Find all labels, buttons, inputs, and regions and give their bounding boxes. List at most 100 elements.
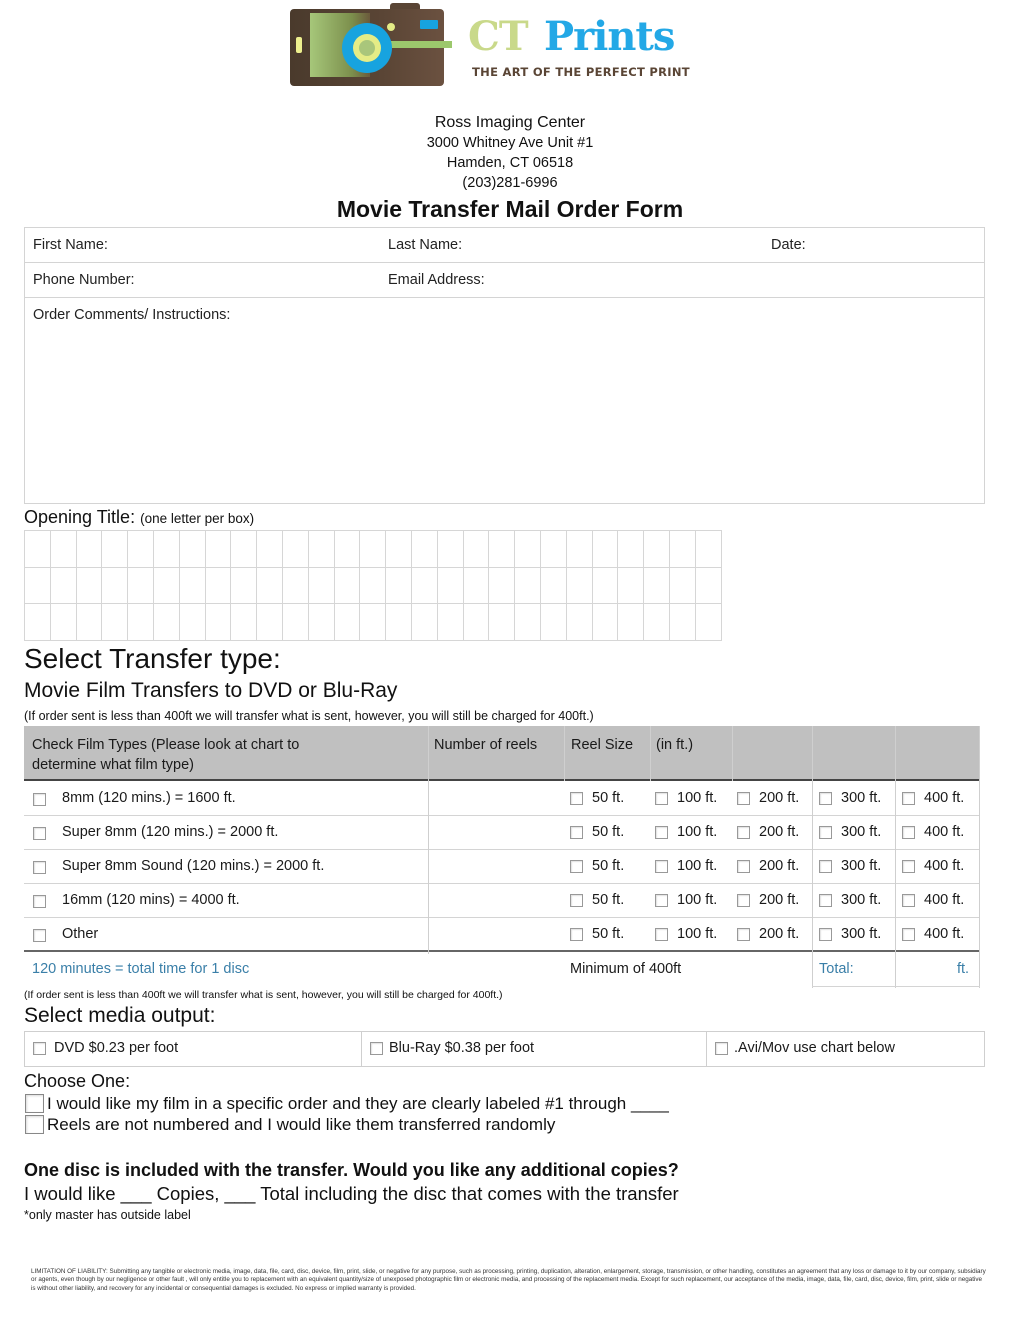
letter-box[interactable] bbox=[179, 531, 206, 568]
reel-size-checkbox[interactable] bbox=[819, 894, 832, 907]
reel-size-checkbox[interactable] bbox=[819, 826, 832, 839]
copies-field-line[interactable]: I would like ___ Copies, ___ Total inclu… bbox=[24, 1183, 679, 1205]
letter-box[interactable] bbox=[618, 567, 645, 605]
letter-box[interactable] bbox=[25, 604, 51, 642]
letter-box[interactable] bbox=[515, 531, 541, 568]
letter-box[interactable] bbox=[153, 567, 180, 605]
media-option-bluray[interactable]: Blu-Ray $0.38 per foot bbox=[362, 1032, 707, 1066]
reel-size-checkbox[interactable] bbox=[570, 792, 583, 805]
letter-box[interactable] bbox=[360, 567, 387, 605]
letter-box[interactable] bbox=[463, 531, 490, 568]
number-of-reels-field[interactable] bbox=[429, 850, 564, 883]
letter-box[interactable] bbox=[386, 567, 412, 605]
reel-size-checkbox[interactable] bbox=[902, 928, 915, 941]
letter-box[interactable] bbox=[128, 567, 154, 605]
total-feet-field[interactable]: ft. bbox=[957, 961, 969, 977]
letter-box[interactable] bbox=[695, 604, 722, 642]
letter-box[interactable] bbox=[76, 604, 103, 642]
letter-box[interactable] bbox=[540, 531, 567, 568]
letter-box[interactable] bbox=[618, 604, 645, 642]
random-checkbox[interactable] bbox=[25, 1115, 44, 1134]
letter-box[interactable] bbox=[179, 604, 206, 642]
letter-box[interactable] bbox=[25, 531, 51, 568]
date-field[interactable]: Date: bbox=[771, 237, 806, 253]
number-of-reels-field[interactable] bbox=[429, 816, 564, 849]
reel-size-checkbox[interactable] bbox=[570, 894, 583, 907]
letter-box[interactable] bbox=[463, 604, 490, 642]
letter-box[interactable] bbox=[50, 567, 77, 605]
letter-box[interactable] bbox=[360, 531, 387, 568]
letter-box[interactable] bbox=[205, 531, 232, 568]
letter-box[interactable] bbox=[76, 531, 103, 568]
letter-box[interactable] bbox=[231, 567, 258, 605]
letter-box[interactable] bbox=[50, 531, 77, 568]
letter-box[interactable] bbox=[179, 567, 206, 605]
letter-box[interactable] bbox=[695, 531, 722, 568]
letter-box[interactable] bbox=[644, 531, 670, 568]
phone-number-field[interactable]: Phone Number: bbox=[33, 272, 135, 288]
letter-box[interactable] bbox=[257, 531, 283, 568]
letter-box[interactable] bbox=[540, 604, 567, 642]
reel-size-checkbox[interactable] bbox=[655, 860, 668, 873]
film-type-checkbox[interactable] bbox=[33, 827, 46, 840]
number-of-reels-field[interactable] bbox=[429, 884, 564, 917]
letter-box[interactable] bbox=[282, 567, 309, 605]
film-type-checkbox[interactable] bbox=[33, 929, 46, 942]
letter-box[interactable] bbox=[463, 567, 490, 605]
reel-size-checkbox[interactable] bbox=[655, 928, 668, 941]
letter-box[interactable] bbox=[644, 567, 670, 605]
letter-box[interactable] bbox=[360, 604, 387, 642]
letter-box[interactable] bbox=[618, 531, 645, 568]
letter-box[interactable] bbox=[102, 604, 129, 642]
media-option-avi-mov[interactable]: .Avi/Mov use chart below bbox=[707, 1032, 985, 1066]
letter-box[interactable] bbox=[489, 604, 516, 642]
letter-box[interactable] bbox=[308, 567, 335, 605]
letter-box[interactable] bbox=[437, 567, 464, 605]
letter-box[interactable] bbox=[128, 531, 154, 568]
letter-box[interactable] bbox=[231, 531, 258, 568]
film-type-checkbox[interactable] bbox=[33, 895, 46, 908]
letter-box[interactable] bbox=[669, 604, 696, 642]
letter-box[interactable] bbox=[102, 531, 129, 568]
reel-size-checkbox[interactable] bbox=[819, 860, 832, 873]
last-name-field[interactable]: Last Name: bbox=[388, 237, 462, 253]
letter-box[interactable] bbox=[205, 604, 232, 642]
reel-size-checkbox[interactable] bbox=[902, 860, 915, 873]
letter-box[interactable] bbox=[592, 531, 619, 568]
letter-box[interactable] bbox=[257, 604, 283, 642]
reel-size-checkbox[interactable] bbox=[570, 928, 583, 941]
reel-size-checkbox[interactable] bbox=[902, 826, 915, 839]
reel-size-checkbox[interactable] bbox=[737, 792, 750, 805]
letter-box[interactable] bbox=[128, 604, 154, 642]
number-of-reels-field[interactable] bbox=[429, 918, 564, 951]
letter-box[interactable] bbox=[644, 604, 670, 642]
letter-box[interactable] bbox=[282, 604, 309, 642]
letter-box[interactable] bbox=[153, 604, 180, 642]
letter-box[interactable] bbox=[282, 531, 309, 568]
letter-box[interactable] bbox=[334, 567, 361, 605]
reel-size-checkbox[interactable] bbox=[902, 894, 915, 907]
letter-box[interactable] bbox=[437, 531, 464, 568]
letter-box[interactable] bbox=[386, 531, 412, 568]
reel-size-checkbox[interactable] bbox=[737, 826, 750, 839]
letter-box[interactable] bbox=[50, 604, 77, 642]
letter-box[interactable] bbox=[153, 531, 180, 568]
letter-box[interactable] bbox=[411, 567, 438, 605]
letter-box[interactable] bbox=[592, 604, 619, 642]
reel-size-checkbox[interactable] bbox=[737, 928, 750, 941]
media-option-dvd[interactable]: DVD $0.23 per foot bbox=[25, 1032, 362, 1066]
letter-box[interactable] bbox=[695, 567, 722, 605]
letter-box[interactable] bbox=[515, 567, 541, 605]
reel-size-checkbox[interactable] bbox=[655, 792, 668, 805]
letter-box[interactable] bbox=[231, 604, 258, 642]
letter-box[interactable] bbox=[669, 567, 696, 605]
letter-box[interactable] bbox=[334, 531, 361, 568]
letter-box[interactable] bbox=[669, 531, 696, 568]
letter-box[interactable] bbox=[76, 567, 103, 605]
letter-box[interactable] bbox=[334, 604, 361, 642]
reel-size-checkbox[interactable] bbox=[655, 894, 668, 907]
letter-box[interactable] bbox=[257, 567, 283, 605]
ordered-checkbox[interactable] bbox=[25, 1094, 44, 1113]
bluray-checkbox[interactable] bbox=[370, 1042, 383, 1055]
letter-box[interactable] bbox=[411, 604, 438, 642]
